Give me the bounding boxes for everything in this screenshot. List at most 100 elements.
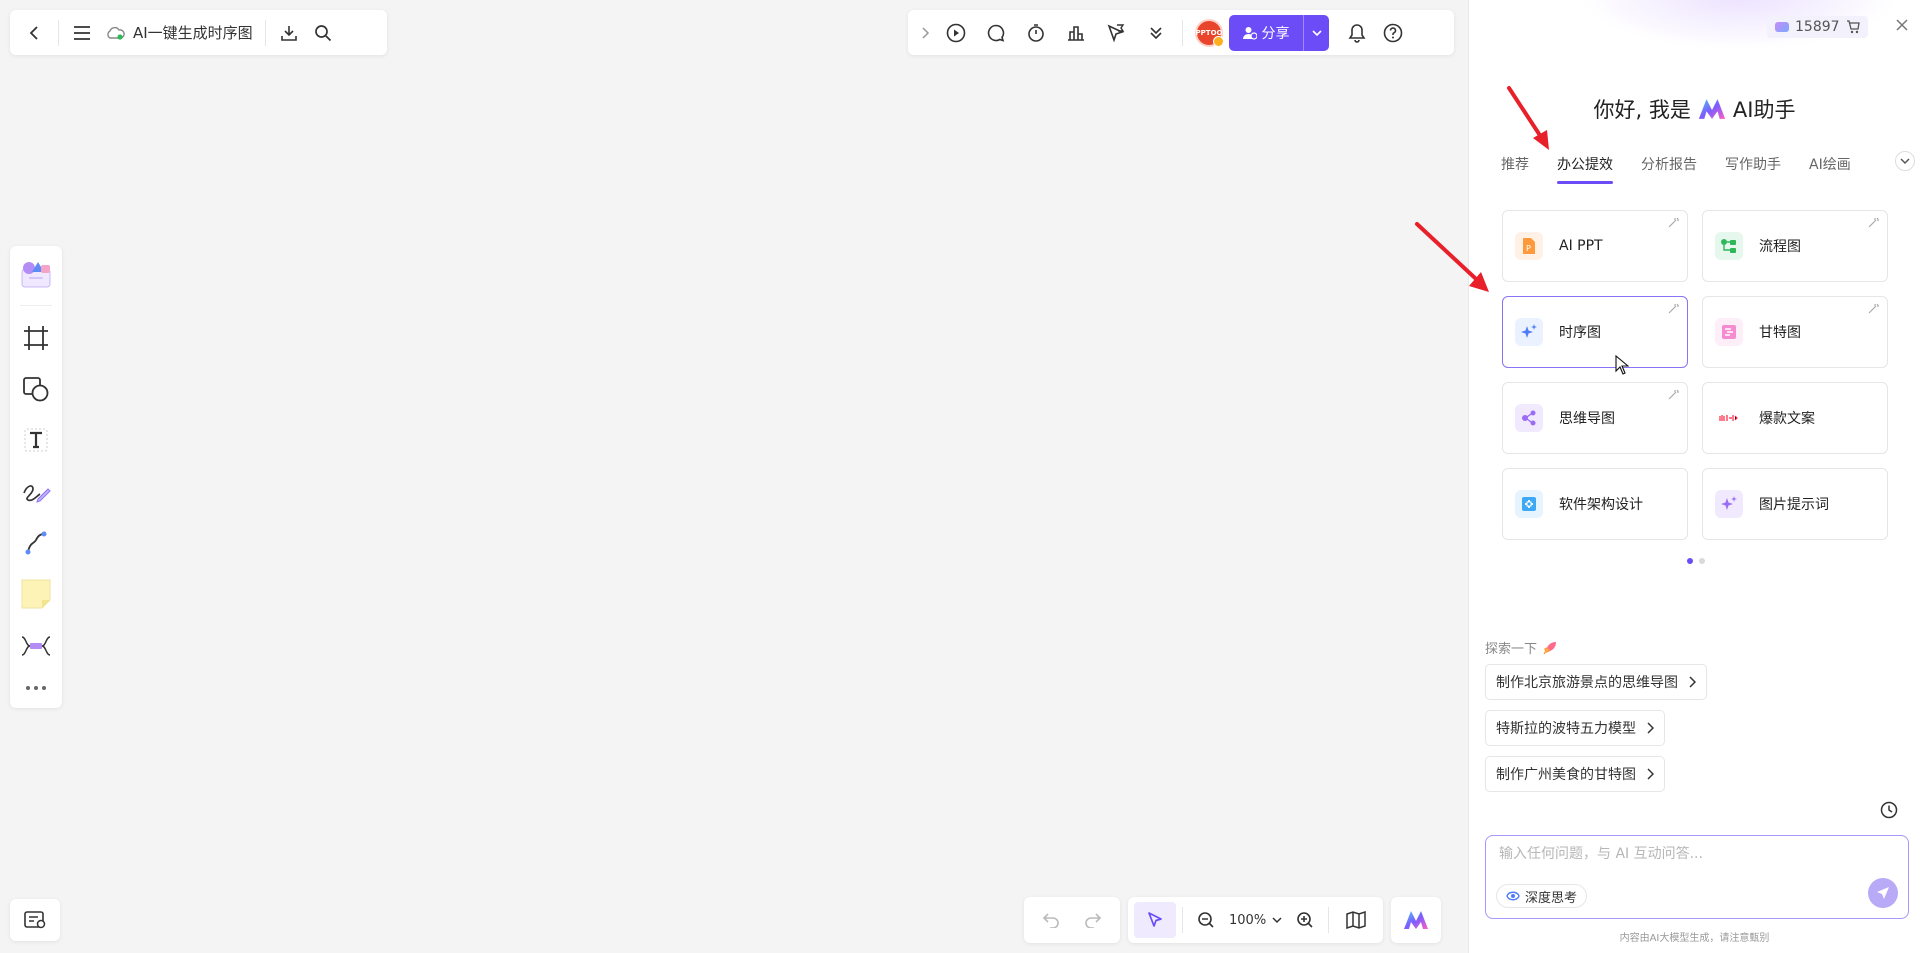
document-title[interactable]: AI一键生成时序图: [99, 22, 259, 43]
whiteboard-canvas[interactable]: [0, 0, 1468, 953]
laser-pointer-button[interactable]: [1096, 16, 1136, 50]
tab-ai-painting[interactable]: AI绘画: [1809, 154, 1851, 184]
template-library-button[interactable]: [16, 252, 56, 298]
zoom-in-button[interactable]: [1288, 902, 1322, 938]
bottom-toolbar: 100%: [1024, 897, 1442, 943]
feature-cards: P AI PPT 流程图 时序图 甘特图 思维导图 爆款文案 软件架构设计 图片…: [1502, 210, 1890, 540]
tab-office[interactable]: 办公提效: [1557, 154, 1613, 184]
magic-wand-icon: [1668, 217, 1679, 228]
pen-tool-button[interactable]: [16, 468, 56, 514]
timer-button[interactable]: [1016, 16, 1056, 50]
magic-wand-icon: [1868, 303, 1879, 314]
cart-icon: [1846, 20, 1860, 34]
more-tools-button[interactable]: [16, 674, 56, 703]
present-button[interactable]: [936, 16, 976, 50]
document-title-text: AI一键生成时序图: [133, 24, 253, 42]
chat-input-box: 深度思考: [1485, 835, 1909, 919]
search-button[interactable]: [306, 16, 340, 50]
vote-button[interactable]: [1056, 16, 1096, 50]
share-dropdown-button[interactable]: [1303, 14, 1329, 51]
tab-writing-assistant[interactable]: 写作助手: [1725, 154, 1781, 184]
minimap-button[interactable]: [1335, 902, 1377, 938]
tab-recommend[interactable]: 推荐: [1501, 154, 1529, 184]
card-viral-copy[interactable]: 爆款文案: [1702, 382, 1888, 454]
zoom-out-button[interactable]: [1189, 902, 1223, 938]
sticky-note-button[interactable]: [16, 571, 56, 617]
mouse-cursor-icon: [1615, 355, 1629, 375]
menu-button[interactable]: [65, 16, 99, 50]
connector-tool-button[interactable]: [16, 520, 56, 566]
card-label: 甘特图: [1759, 325, 1801, 341]
card-image-prompt[interactable]: 图片提示词: [1702, 468, 1888, 540]
close-panel-button[interactable]: [1891, 14, 1913, 36]
chevron-right-icon: [1647, 768, 1654, 780]
card-label: 思维导图: [1559, 411, 1615, 427]
deep-think-label: 深度思考: [1525, 890, 1578, 906]
tab-analysis-report[interactable]: 分析报告: [1641, 154, 1697, 184]
more-tools-button[interactable]: [1136, 16, 1176, 50]
help-button[interactable]: [1375, 16, 1411, 50]
card-gantt-chart[interactable]: 甘特图: [1702, 296, 1888, 368]
clock-icon: [1880, 801, 1898, 819]
suggestion-chip[interactable]: 制作北京旅游景点的思维导图: [1485, 664, 1707, 700]
card-label: 流程图: [1759, 239, 1801, 255]
help-icon: [1383, 23, 1403, 42]
avatar[interactable]: PPTOO: [1195, 18, 1224, 47]
divider: [1182, 907, 1183, 933]
comment-icon: [987, 24, 1005, 42]
chevron-right-icon: [1689, 676, 1696, 688]
top-left-toolbar: AI一键生成时序图: [10, 10, 387, 55]
magic-wand-icon: [1868, 217, 1879, 228]
ai-category-tabs: 推荐 办公提效 分析报告 写作助手 AI绘画: [1501, 151, 1915, 184]
card-ai-ppt[interactable]: P AI PPT: [1502, 210, 1688, 282]
greeting-suffix: AI助手: [1732, 98, 1796, 122]
zoom-level-dropdown[interactable]: 100%: [1223, 913, 1288, 928]
card-mindmap[interactable]: 思维导图: [1502, 382, 1688, 454]
zoom-out-icon: [1198, 912, 1214, 928]
send-button[interactable]: [1868, 878, 1898, 908]
suggestion-text: 特斯拉的波特五力模型: [1496, 721, 1636, 737]
frame-tool-button[interactable]: [16, 314, 56, 360]
suggestion-chip[interactable]: 制作广州美食的甘特图: [1485, 756, 1665, 792]
download-button[interactable]: [272, 16, 306, 50]
rocket-icon: [1543, 641, 1557, 654]
chevron-right-icon: [1647, 722, 1654, 734]
sparkle-icon: [1715, 490, 1743, 518]
mindmap-icon: [1515, 404, 1543, 432]
undo-icon: [1042, 913, 1059, 928]
share-label: 分享: [1261, 25, 1290, 42]
select-tool-button[interactable]: [1134, 902, 1176, 938]
ai-assistant-button[interactable]: [1395, 902, 1437, 938]
undo-button[interactable]: [1030, 902, 1072, 938]
pagination-dots: [1687, 558, 1705, 564]
chat-history-button[interactable]: [1880, 801, 1900, 821]
share-button[interactable]: 分享: [1229, 14, 1329, 51]
shape-tool-button[interactable]: [16, 366, 56, 412]
suggestion-chip[interactable]: 特斯拉的波特五力模型: [1485, 710, 1665, 746]
collapse-toolbar-button[interactable]: [914, 16, 936, 50]
credits-value: 15897: [1795, 19, 1840, 35]
card-software-architecture[interactable]: 软件架构设计: [1502, 468, 1688, 540]
template-library-icon: [21, 262, 51, 288]
text-tool-button[interactable]: [16, 417, 56, 463]
cursor-icon: [1148, 912, 1162, 927]
back-button[interactable]: [18, 16, 52, 50]
chat-input[interactable]: [1499, 846, 1859, 862]
card-sequence-diagram[interactable]: 时序图: [1502, 296, 1688, 375]
deep-think-toggle[interactable]: 深度思考: [1496, 884, 1588, 908]
suggestion-text: 制作广州美食的甘特图: [1496, 767, 1636, 783]
canvas-settings-button[interactable]: [10, 899, 60, 941]
chevron-down-icon: [1311, 29, 1322, 36]
credits-badge[interactable]: 15897: [1767, 16, 1868, 38]
notifications-button[interactable]: [1339, 16, 1375, 50]
comment-button[interactable]: [976, 16, 1016, 50]
top-right-toolbar: PPTOO 分享: [908, 10, 1454, 55]
redo-button[interactable]: [1072, 902, 1114, 938]
card-flowchart[interactable]: 流程图: [1702, 210, 1888, 282]
ai-assistant-toggle[interactable]: [1391, 897, 1442, 943]
tabs-expand-button[interactable]: [1895, 151, 1915, 171]
page-dot-1[interactable]: [1687, 558, 1693, 564]
mindmap-tool-button[interactable]: [16, 623, 56, 669]
share-main[interactable]: 分享: [1229, 23, 1303, 43]
page-dot-2[interactable]: [1699, 558, 1705, 564]
